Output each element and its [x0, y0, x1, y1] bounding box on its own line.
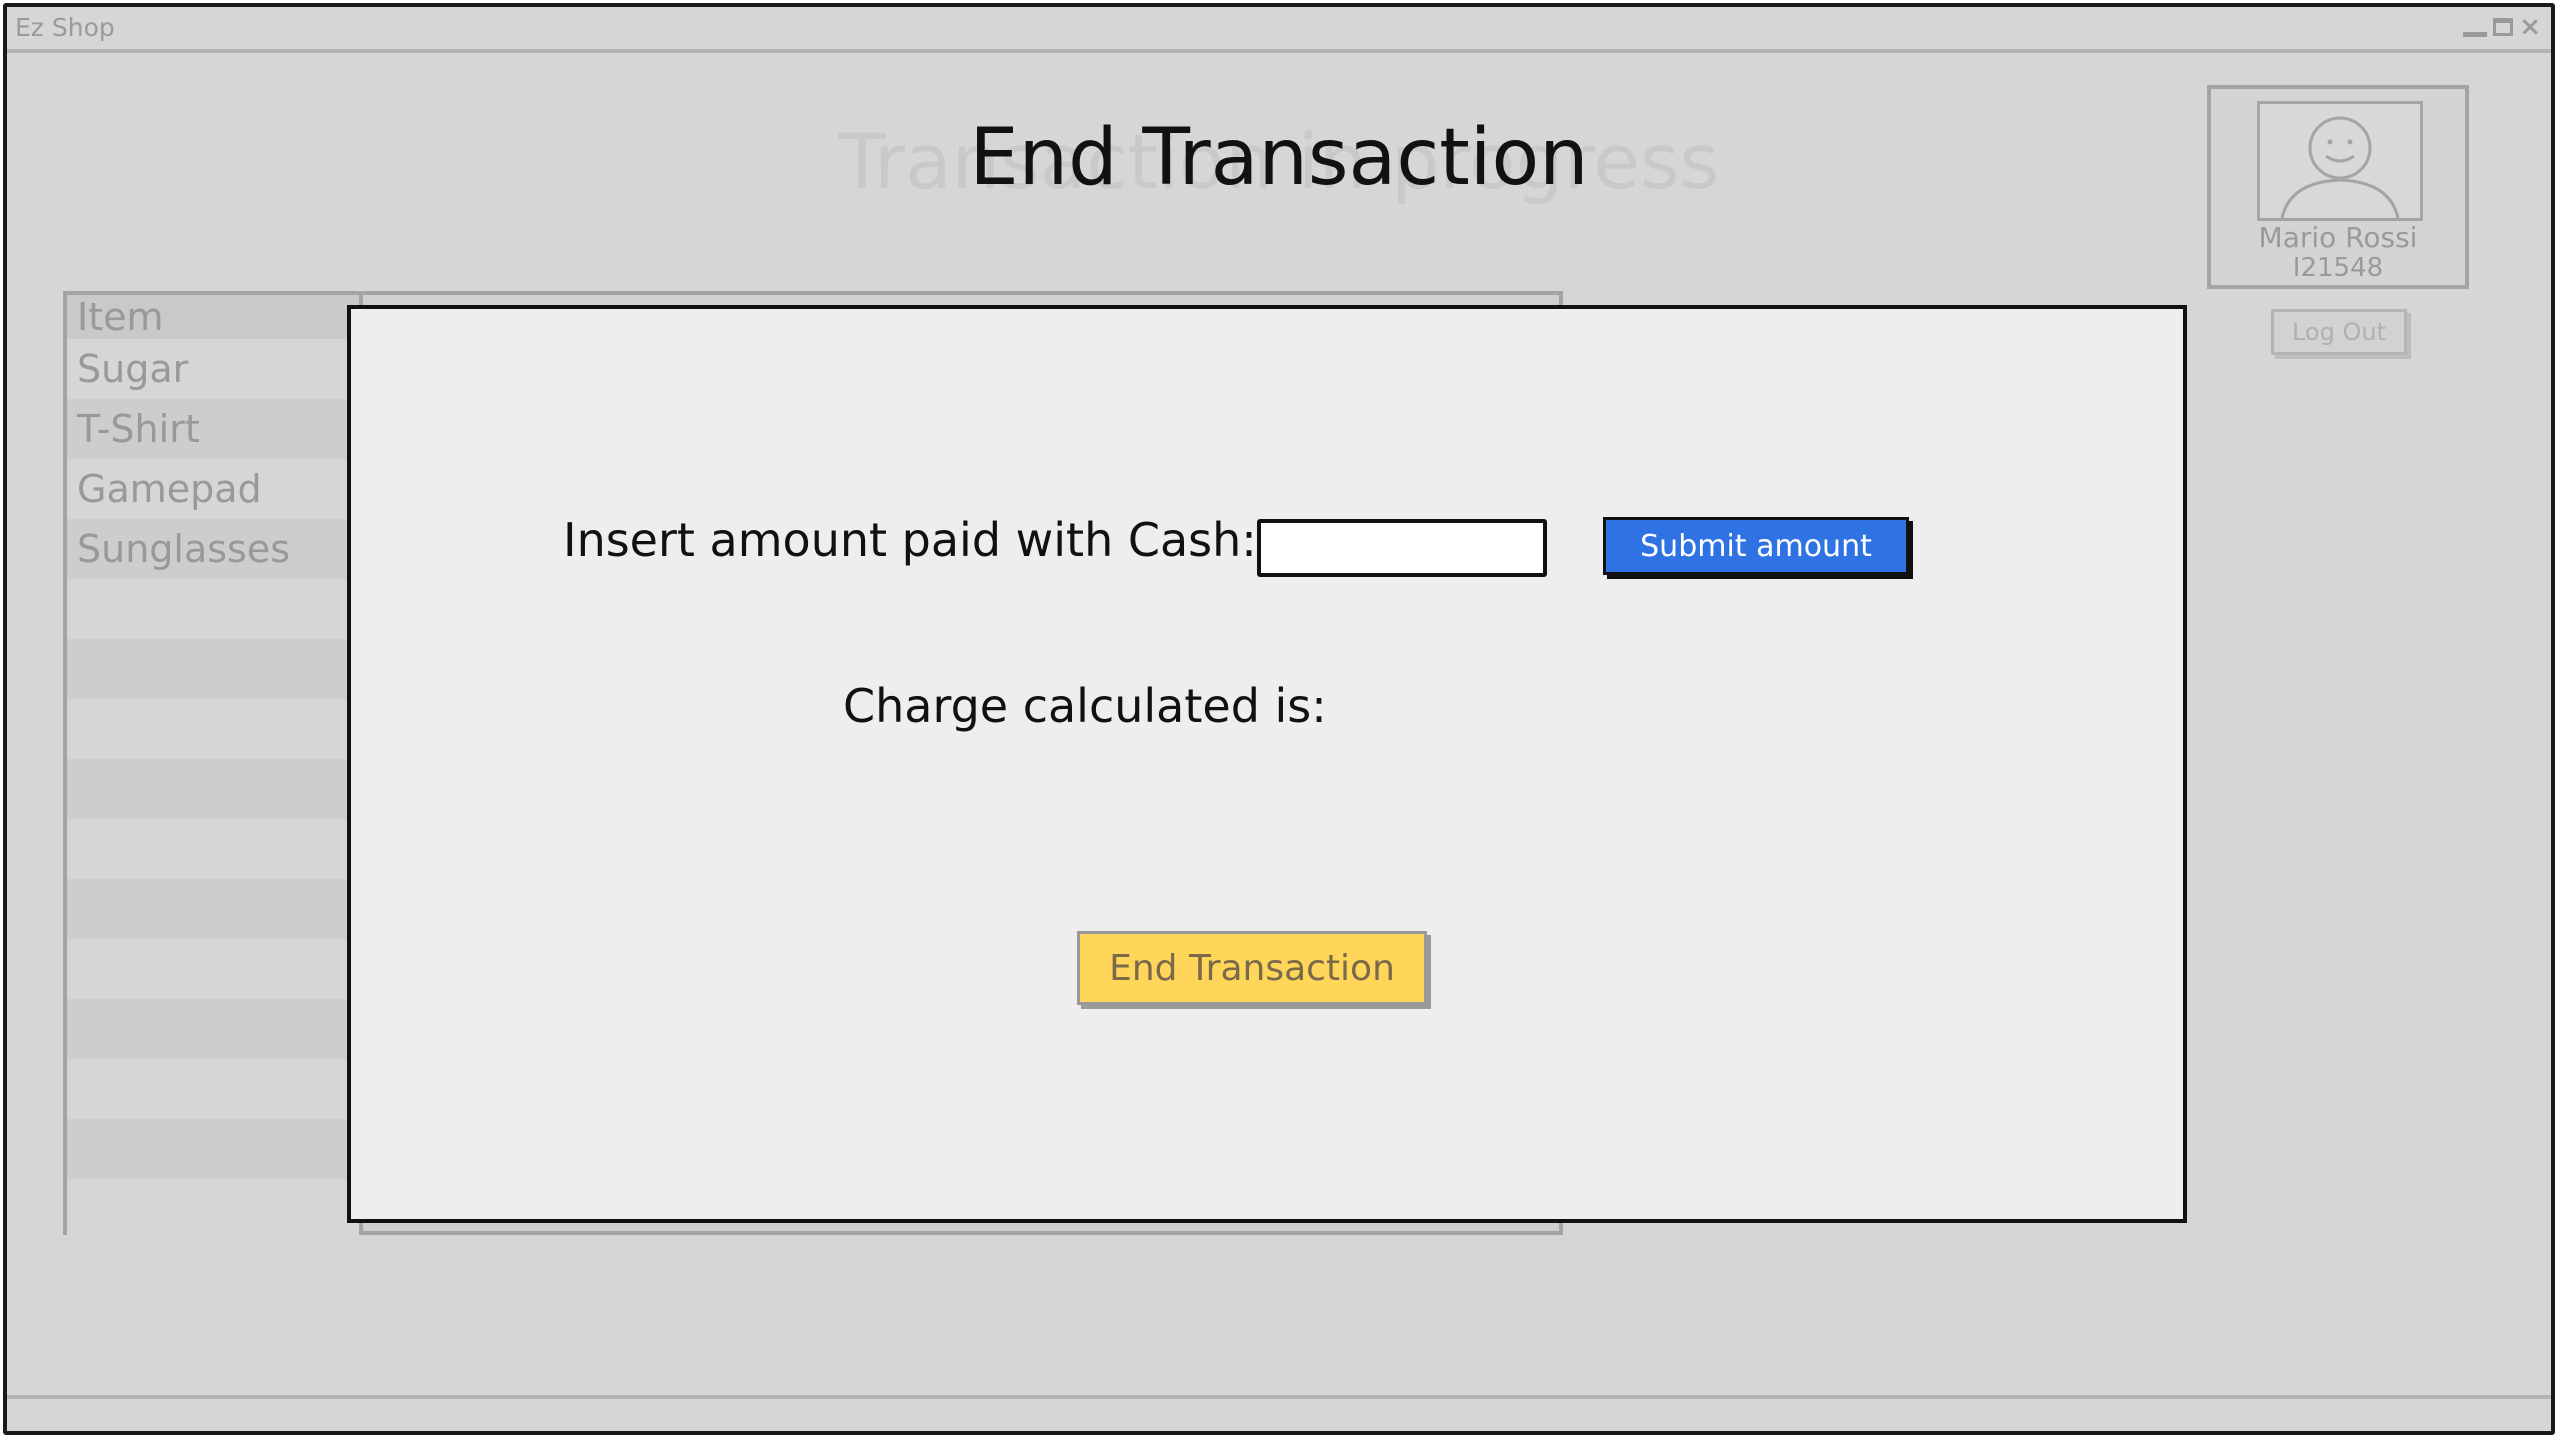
table-row[interactable]: Gamepad [67, 459, 359, 519]
table-row-empty [67, 1179, 359, 1239]
table-row-empty [67, 759, 359, 819]
table-row-empty [67, 1119, 359, 1179]
item-column: Item Sugar T-Shirt Gamepad Sunglasses [67, 295, 363, 1239]
table-row[interactable]: Sunglasses [67, 519, 359, 579]
user-id: I21548 [2292, 253, 2384, 283]
maximize-icon[interactable] [2493, 18, 2514, 36]
table-row-empty [67, 879, 359, 939]
table-row-empty [67, 579, 359, 639]
title-bar: Ez Shop × [7, 7, 2551, 53]
user-name: Mario Rossi [2258, 221, 2418, 254]
status-bar-divider [7, 1395, 2551, 1399]
table-row-empty [67, 939, 359, 999]
table-row[interactable]: Sugar [67, 339, 359, 399]
close-icon[interactable]: × [2519, 14, 2541, 40]
app-window: Ez Shop × Transaction in progress Item S… [3, 3, 2555, 1435]
table-row-empty [67, 999, 359, 1059]
cash-amount-input[interactable] [1257, 519, 1547, 577]
cash-amount-label: Insert amount paid with Cash: [563, 513, 1257, 567]
end-transaction-button[interactable]: End Transaction [1077, 931, 1427, 1005]
app-title: Ez Shop [15, 13, 115, 42]
table-row-empty [67, 1059, 359, 1119]
end-transaction-dialog: Insert amount paid with Cash: Submit amo… [347, 305, 2187, 1223]
window-controls: × [2463, 14, 2541, 40]
table-row-empty [67, 639, 359, 699]
submit-amount-button[interactable]: Submit amount [1603, 517, 1909, 575]
logout-button[interactable]: Log Out [2271, 309, 2407, 355]
table-row-empty [67, 819, 359, 879]
table-row[interactable]: T-Shirt [67, 399, 359, 459]
table-row-empty [67, 699, 359, 759]
modal-title: End Transaction [969, 113, 1589, 203]
table-header-item: Item [67, 295, 359, 339]
charge-calculated-label: Charge calculated is: [843, 679, 1327, 733]
minimize-icon[interactable] [2463, 31, 2488, 37]
